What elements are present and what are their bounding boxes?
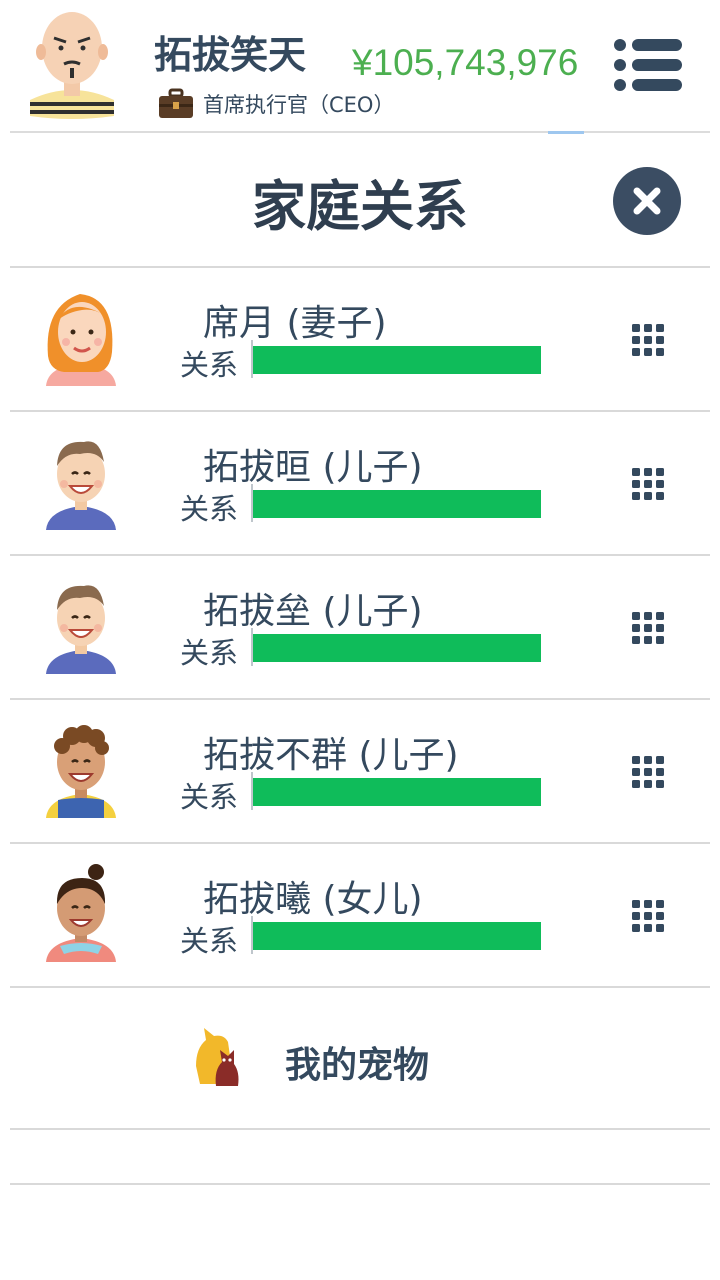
member-name: 拓拔曦 (女儿) (203, 879, 423, 920)
page-title: 家庭关系 (252, 175, 468, 238)
family-member-row[interactable]: 席月 (妻子) 关系 (10, 268, 710, 412)
job-title: 首席执行官（CEO） (203, 93, 395, 117)
member-name: 席月 (妻子) (203, 303, 387, 344)
relationship-bar-fill (253, 346, 541, 374)
family-member-row[interactable]: 拓拔垒 (儿子) 关系 (10, 556, 710, 700)
member-name: 拓拔不群 (儿子) (203, 735, 459, 776)
son-avatar (46, 441, 116, 530)
header-accent (548, 131, 584, 134)
member-name: 拓拔晅 (儿子) (203, 447, 423, 488)
close-icon (633, 187, 661, 215)
family-member-row[interactable]: 拓拔晅 (儿子) 关系 (10, 412, 710, 556)
relationship-bar (253, 778, 541, 806)
relationship-bar (253, 922, 541, 950)
player-avatar[interactable] (26, 8, 118, 120)
grid-dots-icon[interactable] (630, 898, 666, 934)
relationship-bar-fill (253, 490, 541, 518)
grid-dots-icon[interactable] (630, 466, 666, 502)
grid-dots-icon[interactable] (630, 322, 666, 358)
member-name: 拓拔垒 (儿子) (203, 591, 423, 632)
son-curly-avatar (46, 725, 116, 818)
relationship-bar-fill (253, 634, 541, 662)
grid-dots-icon[interactable] (630, 610, 666, 646)
pets-label: 我的宠物 (285, 1045, 430, 1086)
grid-dots-icon[interactable] (630, 754, 666, 790)
relationship-bar (253, 490, 541, 518)
relationship-bar-fill (253, 778, 541, 806)
relationship-label: 关系 (180, 636, 239, 670)
wife-avatar (46, 294, 116, 386)
relationship-bar-fill (253, 922, 541, 950)
daughter-avatar (46, 864, 116, 962)
header: 拓拔笑天 首席执行官（CEO） ¥105,743,976 (0, 0, 720, 134)
money-balance: ¥105,743,976 (352, 42, 579, 83)
relationship-label: 关系 (180, 780, 239, 814)
relationship-label: 关系 (180, 348, 239, 382)
job-info: 首席执行官（CEO） (157, 86, 394, 122)
family-member-row[interactable]: 拓拔不群 (儿子) 关系 (10, 700, 710, 844)
pets-row[interactable]: 我的宠物 (10, 986, 710, 1130)
menu-list-icon[interactable] (612, 36, 684, 94)
relationship-label: 关系 (180, 492, 239, 526)
relationship-bar (253, 346, 541, 374)
close-button[interactable] (613, 167, 681, 235)
son-avatar (46, 585, 116, 674)
briefcase-icon (159, 88, 193, 118)
bottom-divider (10, 1183, 710, 1185)
relationship-label: 关系 (180, 924, 239, 958)
relationship-bar (253, 634, 541, 662)
player-name: 拓拔笑天 (154, 33, 307, 77)
family-member-row[interactable]: 拓拔曦 (女儿) 关系 (10, 844, 710, 988)
pets-icon (196, 1028, 239, 1086)
header-divider (10, 131, 710, 133)
